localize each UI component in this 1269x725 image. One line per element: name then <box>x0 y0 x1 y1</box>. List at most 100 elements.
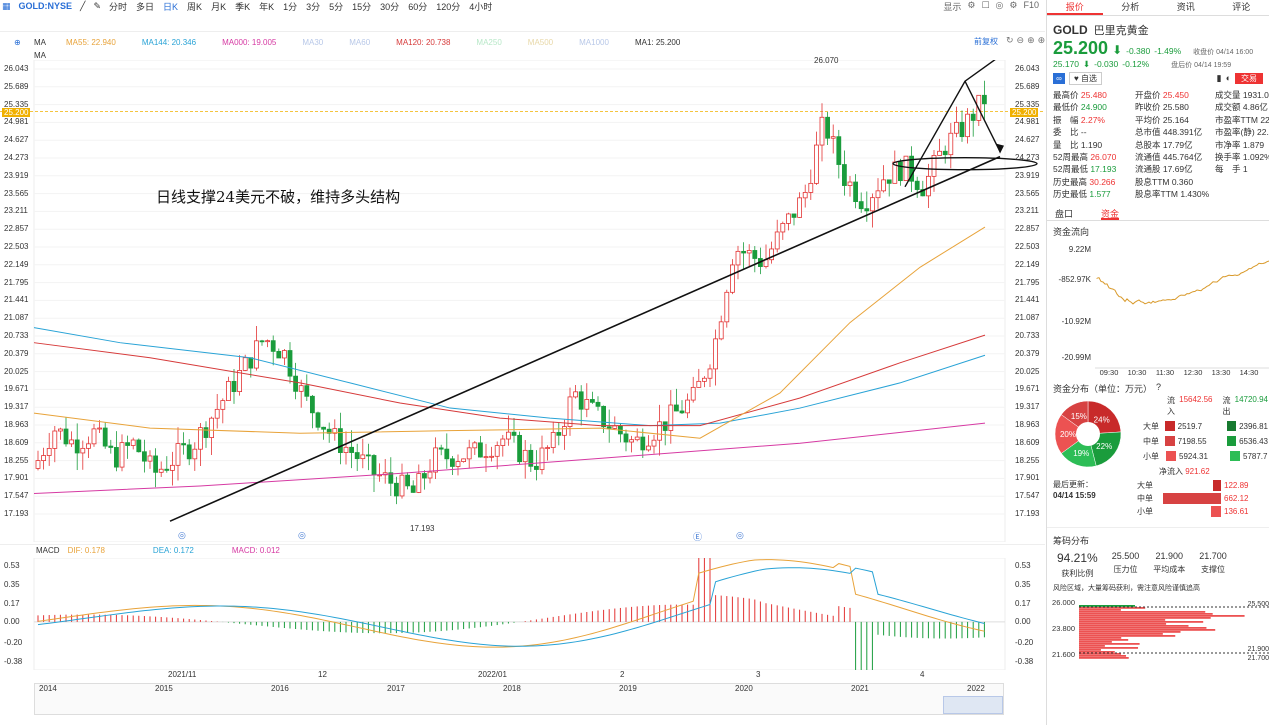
pen-icon[interactable]: ✎ <box>93 1 101 12</box>
period-7[interactable]: 1分 <box>283 0 297 13</box>
event-icon[interactable]: ◎ <box>736 530 744 541</box>
settings-icon[interactable]: ⚙ <box>967 0 975 13</box>
period-13[interactable]: 120分 <box>436 0 460 13</box>
year-tick-label[interactable]: 2022 <box>967 684 985 693</box>
link-icon[interactable]: ∞ <box>1053 72 1065 84</box>
period-1[interactable]: 多日 <box>136 0 154 13</box>
candlestick-chart[interactable] <box>0 60 1045 542</box>
candle-body <box>847 181 853 186</box>
plus-icon[interactable]: ⊕ <box>14 38 21 47</box>
macd-label[interactable]: MACD <box>36 546 60 555</box>
ma2-label[interactable]: MA <box>34 51 46 60</box>
candle-body <box>399 474 405 497</box>
quote-stat-value: 17.69亿 <box>1162 164 1193 175</box>
year-tick-label[interactable]: 2014 <box>39 684 57 693</box>
event-icon[interactable]: ◎ <box>178 530 186 541</box>
ma-legend-item[interactable]: MA1000 <box>579 38 609 47</box>
watchlist-button[interactable]: ♥ 自选 <box>1069 71 1102 85</box>
ma-legend-item[interactable]: MA55: 22.940 <box>66 38 116 47</box>
zoom-in-icon[interactable]: ⊕ <box>1027 35 1035 46</box>
macd-axis-right: 0.53 0.35 0.17 0.00 -0.20 -0.38 <box>1005 558 1045 670</box>
stock-name: 巴里克黄金 <box>1093 25 1149 37</box>
help-icon[interactable]: ? <box>1156 382 1161 395</box>
adjust-button[interactable]: 前复权 <box>974 36 998 47</box>
price-change: -0.380 <box>1126 46 1151 56</box>
candle-body <box>724 291 730 323</box>
candle-body <box>786 213 791 224</box>
macd-tick-label: 0.35 <box>4 579 20 589</box>
draw-line-icon[interactable]: ╱ <box>80 1 85 12</box>
candle-body <box>35 460 41 469</box>
year-tick-label[interactable]: 2021 <box>851 684 869 693</box>
overview-navigator[interactable]: 2014 2015 2016 2017 2018 2019 2020 2021 2022 <box>34 683 1004 715</box>
ma-legend-item[interactable]: MA <box>34 38 46 47</box>
pie-label: 24% <box>1094 415 1110 424</box>
ma-legend-item[interactable]: MA144: 20.346 <box>142 38 196 47</box>
year-tick-label[interactable]: 2017 <box>387 684 405 693</box>
event-icon[interactable]: Ⓔ <box>693 530 702 543</box>
candle-body <box>836 136 842 165</box>
macd-chart[interactable] <box>0 558 1045 670</box>
year-tick-label[interactable]: 2020 <box>735 684 753 693</box>
period-2[interactable]: 日K <box>163 0 178 13</box>
f10-button[interactable]: F10 <box>1023 0 1039 13</box>
candle-body <box>169 464 175 471</box>
flow-axis-label: -852.97K <box>1059 275 1092 284</box>
camera-icon[interactable]: ◎ <box>996 0 1004 13</box>
price-tick-label: 23.211 <box>4 206 28 216</box>
tab-orderbook[interactable]: 盘口 <box>1055 207 1073 220</box>
ma-legend-item[interactable]: MA500 <box>528 38 553 47</box>
out-swatch <box>1226 421 1237 432</box>
panel-tab-0[interactable]: 报价 <box>1047 0 1103 15</box>
period-8[interactable]: 3分 <box>306 0 320 13</box>
panel-tab-2[interactable]: 资讯 <box>1158 0 1214 15</box>
quote-stat-value: 0.360 <box>1171 176 1194 187</box>
phone-icon[interactable]: ▮ <box>1217 73 1222 84</box>
event-icon[interactable]: ◎ <box>298 530 306 541</box>
period-14[interactable]: 4小时 <box>469 0 492 13</box>
ma-legend-item[interactable]: MA1: 25.200 <box>635 38 680 47</box>
period-5[interactable]: 季K <box>235 0 250 13</box>
panel-tab-1[interactable]: 分析 <box>1103 0 1159 15</box>
quote-stat-value: 30.266 <box>1089 176 1116 187</box>
candle-body <box>270 340 276 352</box>
period-6[interactable]: 年K <box>259 0 274 13</box>
panel-tab-3[interactable]: 评论 <box>1214 0 1269 15</box>
candle-body <box>433 447 439 473</box>
period-9[interactable]: 5分 <box>329 0 343 13</box>
period-4[interactable]: 月K <box>211 0 226 13</box>
symbol-label[interactable]: GOLD:NYSE <box>19 1 73 11</box>
ma-legend-item[interactable]: MA60 <box>349 38 370 47</box>
period-11[interactable]: 30分 <box>380 0 399 13</box>
period-0[interactable]: 分时 <box>109 0 127 13</box>
period-10[interactable]: 15分 <box>352 0 371 13</box>
year-tick-label[interactable]: 2016 <box>271 684 289 693</box>
candle-body <box>584 399 590 410</box>
settings-icon-2[interactable]: ⚙ <box>1009 0 1017 13</box>
year-tick-label[interactable]: 2019 <box>619 684 637 693</box>
tab-capital[interactable]: 资金 <box>1101 207 1120 220</box>
period-3[interactable]: 周K <box>187 0 202 13</box>
expand-icon[interactable]: ⊕ <box>1038 35 1046 46</box>
ma-legend-item[interactable]: MA250 <box>476 38 501 47</box>
refresh-icon[interactable]: ↻ <box>1006 35 1014 46</box>
ma-legend-item[interactable]: MA120: 20.738 <box>396 38 450 47</box>
candle-body <box>791 213 797 218</box>
net-row-name: 大单 <box>1137 480 1153 490</box>
ma-legend-item[interactable]: MA30 <box>302 38 323 47</box>
ma-legend-item[interactable]: MA000: 19.005 <box>222 38 276 47</box>
zoom-out-icon[interactable]: ⊖ <box>1017 35 1025 46</box>
pie-label: 19% <box>1073 448 1089 457</box>
notify-icon[interactable]: ◐ <box>1226 73 1231 83</box>
net-bar-area <box>1163 505 1221 517</box>
checkbox-icon[interactable]: ☐ <box>981 0 989 13</box>
year-tick-label[interactable]: 2018 <box>503 684 521 693</box>
navigator-window[interactable] <box>943 696 1003 714</box>
period-12[interactable]: 60分 <box>408 0 427 13</box>
display-button[interactable]: 显示 <box>943 0 961 13</box>
capital-pie-chart: 24% 22% 19% 20% 15% <box>1054 400 1122 467</box>
time-tick-label: 4 <box>920 670 925 679</box>
trade-button[interactable]: 交易 <box>1235 72 1263 84</box>
year-tick-label[interactable]: 2015 <box>155 684 173 693</box>
grid-icon[interactable]: ▦ <box>2 1 11 12</box>
